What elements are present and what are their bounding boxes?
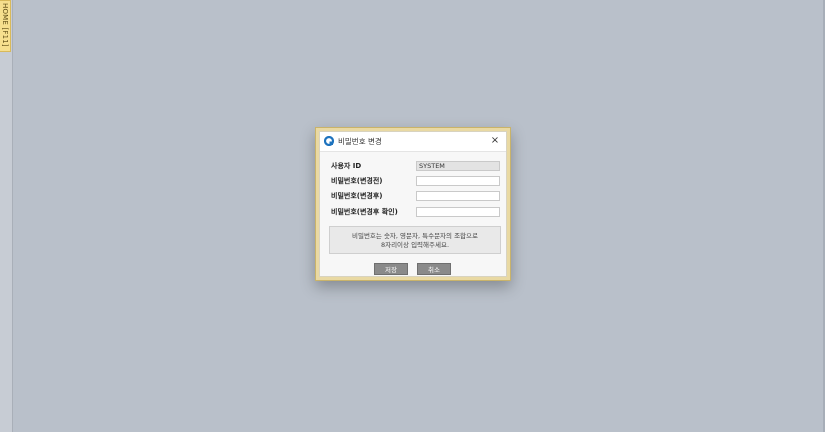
left-side-panel: HOME [F11]	[0, 0, 13, 432]
dialog-title: 비밀번호 변경	[338, 137, 382, 146]
close-button[interactable]: ×	[489, 134, 501, 148]
password-rule-notice: 비밀번호는 숫자, 영문자, 특수문자의 조합으로 8자리이상 입력해주세요.	[329, 226, 501, 254]
dialog-titlebar[interactable]: 비밀번호 변경 ×	[320, 132, 506, 152]
old-password-label: 비밀번호(변경전)	[331, 177, 383, 185]
user-id-field: SYSTEM	[416, 161, 500, 171]
user-id-row: 사용자 ID SYSTEM	[331, 161, 506, 172]
notice-line-2: 8자리이상 입력해주세요.	[380, 241, 450, 249]
change-password-dialog: 비밀번호 변경 × 사용자 ID SYSTEM 비밀번호(변경전) 비밀번호(변…	[315, 127, 511, 281]
confirm-password-field[interactable]	[416, 207, 500, 217]
confirm-password-row: 비밀번호(변경후 확인)	[331, 207, 506, 218]
cancel-button[interactable]: 취소	[417, 263, 451, 275]
home-tab[interactable]: HOME [F11]	[0, 0, 11, 52]
old-password-field[interactable]	[416, 176, 500, 186]
app-logo-icon	[324, 136, 334, 146]
user-id-label: 사용자 ID	[331, 162, 362, 170]
new-password-field[interactable]	[416, 191, 500, 201]
new-password-label: 비밀번호(변경후)	[331, 192, 383, 200]
new-password-row: 비밀번호(변경후)	[331, 191, 506, 202]
confirm-password-label: 비밀번호(변경후 확인)	[331, 208, 398, 216]
home-tab-label: HOME [F11]	[1, 3, 9, 47]
dialog-body: 비밀번호 변경 × 사용자 ID SYSTEM 비밀번호(변경전) 비밀번호(변…	[319, 131, 507, 277]
old-password-row: 비밀번호(변경전)	[331, 176, 506, 187]
save-button[interactable]: 저장	[374, 263, 408, 275]
notice-line-1: 비밀번호는 숫자, 영문자, 특수문자의 조합으로	[351, 232, 479, 240]
